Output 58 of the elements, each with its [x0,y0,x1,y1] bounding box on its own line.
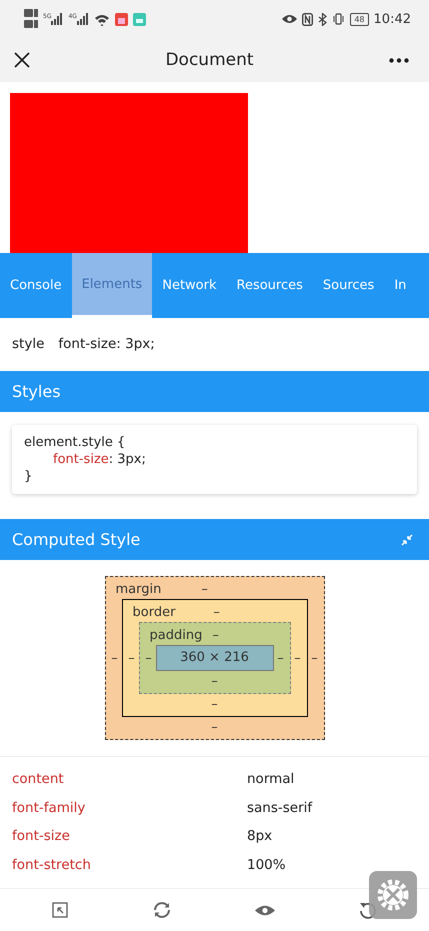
closing-brace: } [24,468,34,485]
attribute-value: font-size: 3px; [58,336,155,352]
tab[interactable]: Sources [312,253,384,318]
collapse-icon[interactable] [401,534,413,546]
attribute-name: style [12,336,44,352]
tab[interactable]: Elements [72,253,152,318]
property-name: font-family [12,800,86,816]
layer-value: – [212,628,219,642]
content-box: 360 × 216 [156,645,274,671]
layer-label: border [132,604,176,620]
sim-icon [24,8,38,30]
wifi-icon [94,12,110,26]
property-value: sans-serif [247,800,312,816]
layer-value: – [211,674,218,688]
tab[interactable]: Network [152,253,226,318]
layer-value: – [213,604,220,620]
app-icon [114,12,128,26]
layer-value: – [110,650,119,666]
eye-icon[interactable] [255,904,276,916]
app-icon [132,12,146,26]
window-title: Document [165,50,254,70]
layer-value: – [201,582,208,596]
tab[interactable]: Resources [226,253,313,318]
layer-value: – [211,696,218,712]
signal-icon [76,13,89,25]
property-value: 8px [247,828,272,844]
layer-value: – [310,650,319,666]
layer-value: – [276,650,285,666]
property-value: 100% [247,856,286,873]
layer-value: – [293,650,302,666]
select-icon[interactable] [52,902,68,918]
layer-value: – [144,650,153,666]
section-title: Computed Style [12,530,140,549]
bluetooth-icon [318,12,328,26]
property-name: font-stretch [12,856,92,873]
nfc-icon [302,12,314,26]
tab[interactable]: In [384,253,408,318]
battery-indicator: 48 [350,12,369,26]
signal-icon [51,13,64,25]
layer-value: – [127,650,136,666]
status-time: 10:42 [374,12,411,26]
tab[interactable]: Console [0,253,72,318]
section-header: Styles [0,371,429,412]
property-value: normal [247,771,294,788]
rule-value: : 3px; [108,452,146,467]
rule-property: font-size [53,452,109,467]
eye-icon [282,14,298,24]
layer-label: padding [150,628,202,642]
layer-value: – [211,720,218,734]
vibrate-icon [332,13,346,25]
property-name: font-size [12,828,71,844]
refresh-icon[interactable] [152,900,172,920]
settings-icon [376,878,410,912]
more-icon[interactable] [388,58,409,62]
selector-text: element.style { [24,434,126,451]
close-icon[interactable] [14,52,30,68]
property-name: content [12,771,65,788]
layer-label: margin [116,582,162,596]
